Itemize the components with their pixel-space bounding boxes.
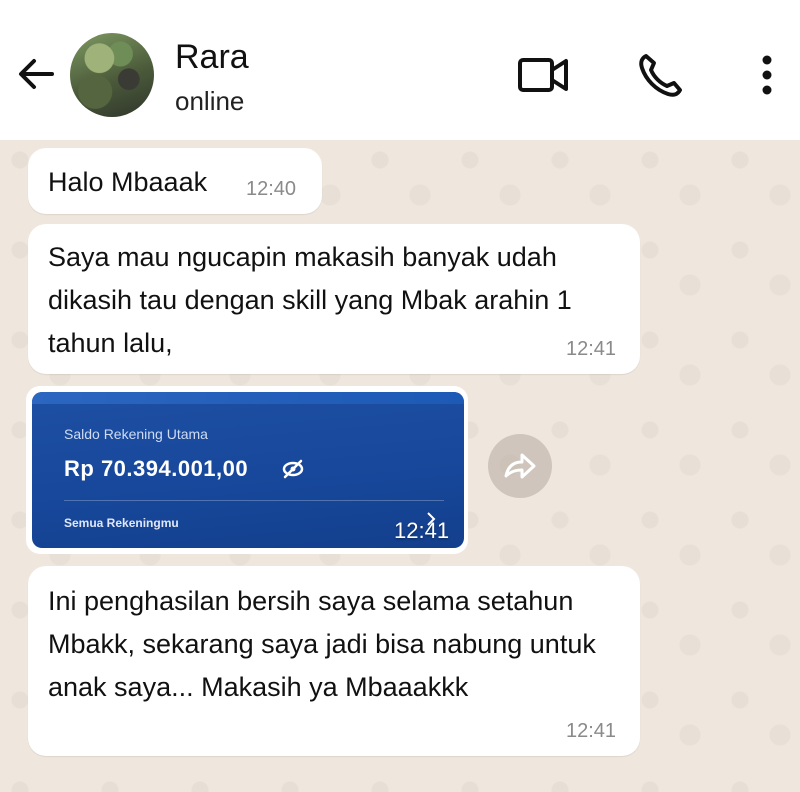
chat-header: Rara online bbox=[0, 0, 800, 140]
message-text: Saya mau ngucapin makasih banyak udah di… bbox=[48, 242, 572, 358]
message-time: 12:41 bbox=[394, 518, 450, 543]
bank-balance: Rp 70.394.001,00 bbox=[64, 456, 249, 481]
message-time: 12:41 bbox=[566, 338, 617, 360]
contact-name[interactable]: Rara bbox=[175, 38, 249, 77]
image-message[interactable]: Saldo Rekening Utama Rp 70.394.001,00 Se… bbox=[26, 386, 468, 554]
message-bubble[interactable]: Ini penghasilan bersih saya selama setah… bbox=[28, 566, 640, 756]
message-time: 12:40 bbox=[246, 178, 297, 200]
message-bubble[interactable]: Saya mau ngucapin makasih banyak udah di… bbox=[28, 224, 640, 374]
bank-divider bbox=[64, 500, 444, 501]
message-time: 12:41 bbox=[566, 720, 617, 742]
contact-avatar[interactable] bbox=[70, 33, 154, 117]
bank-all-accounts-link: Semua Rekeningmu bbox=[64, 516, 179, 530]
message-text: Ini penghasilan bersih saya selama setah… bbox=[48, 586, 596, 702]
forward-button[interactable] bbox=[488, 434, 552, 498]
contact-status: online bbox=[175, 86, 245, 116]
eye-off-icon bbox=[282, 459, 304, 479]
forward-icon bbox=[504, 453, 536, 479]
message-bubble[interactable]: Halo Mbaaak 12:40 bbox=[28, 148, 322, 214]
bank-card-title: Saldo Rekening Utama bbox=[64, 426, 208, 442]
video-call-icon[interactable] bbox=[512, 50, 572, 100]
phone-call-icon[interactable] bbox=[632, 50, 692, 100]
more-vertical-icon[interactable] bbox=[745, 50, 789, 100]
bank-top-strip bbox=[32, 392, 464, 404]
message-text: Halo Mbaaak bbox=[48, 167, 208, 197]
back-arrow-icon[interactable] bbox=[14, 52, 58, 96]
